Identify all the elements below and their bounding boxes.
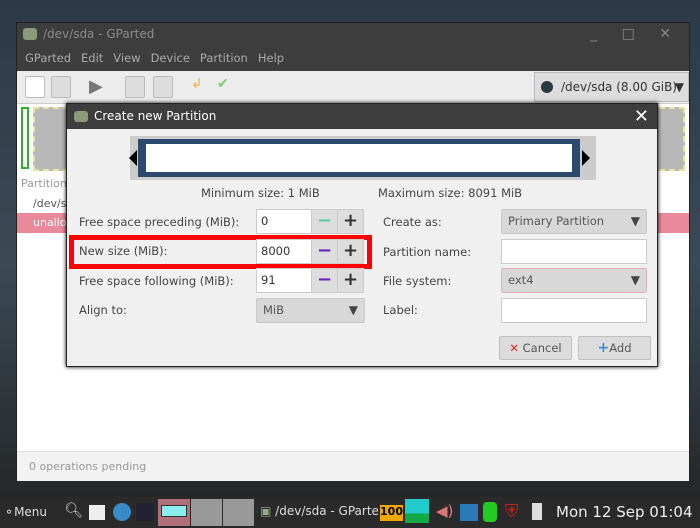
device-label: /dev/sda (8.00 GiB): [561, 80, 677, 94]
file-system-value: ext4: [508, 273, 534, 287]
label-label: Label:: [383, 303, 418, 317]
label-input[interactable]: [501, 298, 647, 323]
menu-view[interactable]: View: [113, 51, 140, 65]
gparted-icon: [74, 111, 88, 122]
chevron-down-icon: ▼: [348, 303, 358, 317]
disk-icon: [541, 81, 553, 93]
column-header-partition[interactable]: Partition: [21, 177, 67, 190]
add-button[interactable]: +Add: [578, 336, 651, 360]
partition-graph-used[interactable]: [21, 107, 29, 169]
size-slider[interactable]: [129, 136, 596, 180]
free-preceding-input[interactable]: 0: [256, 209, 312, 234]
copy-icon[interactable]: [125, 76, 145, 98]
align-label: Align to:: [79, 303, 127, 317]
min-size-text: Minimum size: 1 MiB: [201, 186, 320, 200]
close-icon[interactable]: ✕: [634, 104, 649, 129]
windows-icon[interactable]: [460, 504, 478, 521]
align-value: MiB: [263, 303, 285, 317]
browser-icon[interactable]: [113, 503, 131, 521]
partition-name-label: Partition name:: [383, 245, 472, 259]
create-as-value: Primary Partition: [508, 214, 605, 228]
workspace-3[interactable]: [223, 499, 254, 526]
new-icon[interactable]: [25, 76, 45, 98]
cancel-label: Cancel: [522, 341, 562, 355]
storage-icon[interactable]: [483, 502, 497, 522]
left-handle[interactable]: [129, 150, 137, 166]
free-following-label: Free space following (MiB):: [79, 274, 234, 288]
volume-icon[interactable]: ◀): [436, 502, 453, 520]
new-size-label: New size (MiB):: [79, 244, 168, 258]
free-following-plus[interactable]: +: [337, 268, 364, 293]
right-handle[interactable]: [582, 150, 590, 166]
workspace-1[interactable]: [158, 499, 190, 526]
apply-icon[interactable]: ✔: [217, 76, 237, 98]
free-preceding-minus[interactable]: −: [311, 209, 338, 234]
window-title: /dev/sda - GParted: [17, 23, 689, 46]
network-monitor-icon: [405, 499, 429, 523]
shield-icon[interactable]: ⛨: [505, 501, 519, 522]
file-system-label: File system:: [383, 274, 452, 288]
create-as-label: Create as:: [383, 215, 442, 229]
free-preceding-label: Free space preceding (MiB):: [79, 215, 240, 229]
align-combo[interactable]: MiB ▼: [256, 298, 365, 323]
taskbar: ⚬Menu 🔍︎ ▣ /dev/sda - GParted 100 ◀) ⛨ M…: [0, 497, 700, 528]
start-menu-button[interactable]: ⚬Menu: [4, 505, 47, 519]
gparted-icon: ▣: [260, 504, 272, 518]
new-size-input[interactable]: 8000: [256, 239, 312, 264]
toolbar: ▶ ↲ ✔ /dev/sda (8.00 GiB) ▼: [17, 71, 689, 104]
clock[interactable]: Mon 12 Sep 01:04: [556, 503, 693, 521]
task-label: /dev/sda - GParted: [275, 504, 378, 518]
resize-icon[interactable]: ▶: [89, 76, 109, 98]
clipboard-icon[interactable]: [532, 503, 542, 520]
menu-label: Menu: [14, 505, 48, 519]
search-icon[interactable]: 🔍︎: [64, 501, 83, 519]
status-bar: 0 operations pending: [17, 451, 689, 481]
chevron-down-icon: ▼: [630, 214, 640, 228]
paste-icon[interactable]: [153, 76, 173, 98]
plus-icon: +: [597, 340, 610, 356]
file-system-combo[interactable]: ext4 ▼: [501, 268, 647, 293]
free-following-input[interactable]: 91: [256, 268, 312, 293]
create-partition-dialog: Create new Partition ✕ Minimum size: 1 M…: [66, 103, 658, 367]
menu-help[interactable]: Help: [258, 51, 284, 65]
file-manager-icon[interactable]: [89, 505, 105, 520]
partition-name-input[interactable]: [501, 239, 647, 264]
menu-device[interactable]: Device: [151, 51, 190, 65]
free-following-minus[interactable]: −: [311, 268, 338, 293]
device-selector[interactable]: /dev/sda (8.00 GiB) ▼: [534, 72, 689, 102]
battery-indicator: 100: [380, 505, 403, 521]
create-as-combo[interactable]: Primary Partition ▼: [501, 209, 647, 234]
new-size-minus[interactable]: −: [311, 239, 338, 264]
menu-gparted[interactable]: GParted: [25, 51, 71, 65]
menu-bar: GParted Edit View Device Partition Help: [17, 46, 689, 71]
workspace-2[interactable]: [191, 499, 222, 526]
delete-icon[interactable]: [51, 76, 71, 98]
cancel-button[interactable]: ✕ Cancel: [499, 336, 572, 360]
menu-edit[interactable]: Edit: [81, 51, 103, 65]
dialog-title: Create new Partition: [67, 104, 657, 129]
x-icon: ✕: [509, 341, 519, 355]
gparted-icon: [23, 28, 37, 40]
window-controls[interactable]: _ □ ✕: [590, 23, 681, 46]
chevron-down-icon: ▼: [630, 273, 640, 287]
taskbar-task[interactable]: ▣ /dev/sda - GParted: [260, 504, 378, 518]
add-label: Add: [609, 341, 632, 355]
new-size-plus[interactable]: +: [337, 239, 364, 264]
menu-partition[interactable]: Partition: [200, 51, 248, 65]
chevron-down-icon: ▼: [674, 80, 684, 94]
free-preceding-plus[interactable]: +: [337, 209, 364, 234]
max-size-text: Maximum size: 8091 MiB: [378, 186, 523, 200]
undo-icon[interactable]: ↲: [191, 76, 211, 98]
terminal-icon[interactable]: [136, 503, 154, 521]
